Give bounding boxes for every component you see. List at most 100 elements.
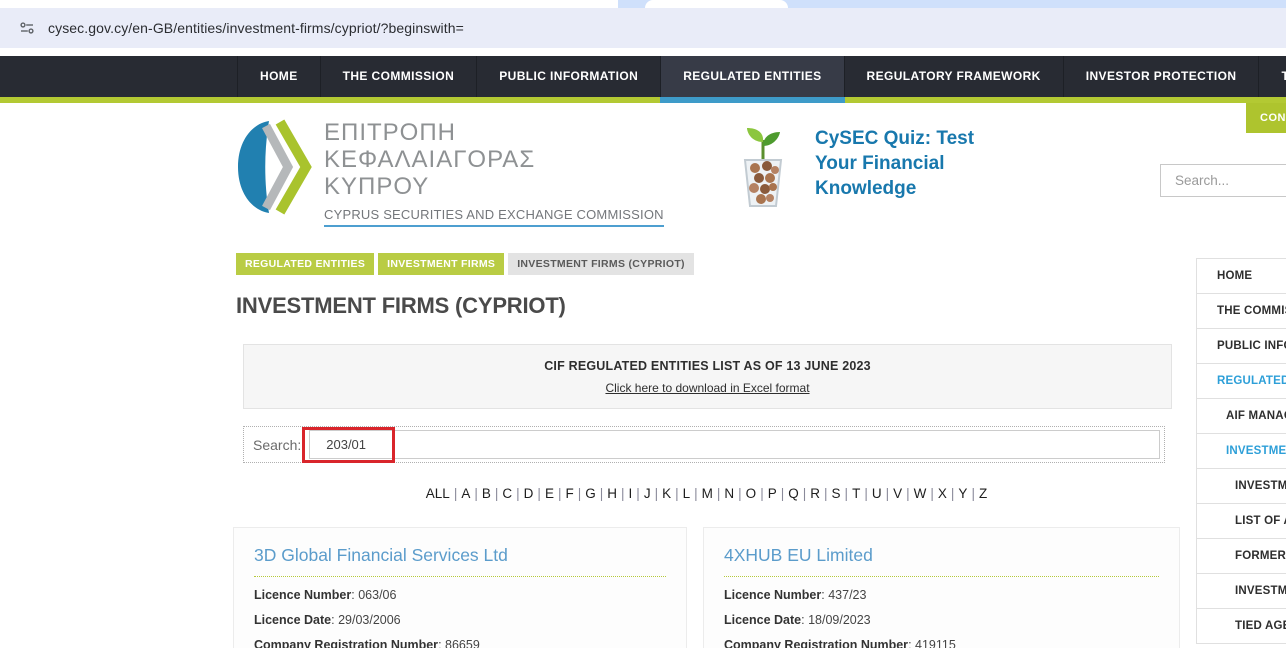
field-value: 86659: [445, 638, 480, 648]
alphabet-letter[interactable]: X: [938, 486, 947, 501]
alphabet-letter[interactable]: ALL: [426, 486, 450, 501]
sidebar-item-aif-management[interactable]: AIF MANAGE: [1197, 399, 1286, 434]
logo-title-line: ΚΕΦΑΛΑΙΑΓΟΡΑΣ: [324, 146, 536, 173]
separator: |: [738, 486, 742, 501]
separator: |: [474, 486, 478, 501]
alphabet-letter[interactable]: M: [702, 486, 713, 501]
alphabet-letter[interactable]: C: [502, 486, 512, 501]
firm-name-link[interactable]: 3D Global Financial Services Ltd: [254, 545, 666, 577]
entities-list-notice: CIF REGULATED ENTITIES LIST AS OF 13 JUN…: [243, 344, 1172, 409]
alphabet-letter[interactable]: W: [914, 486, 927, 501]
breadcrumb-investment-firms[interactable]: INVESTMENT FIRMS: [378, 253, 505, 275]
alphabet-letter[interactable]: H: [607, 486, 617, 501]
alphabet-letter[interactable]: Y: [958, 486, 967, 501]
alphabet-letter[interactable]: B: [482, 486, 491, 501]
quiz-banner[interactable]: CySEC Quiz: Test Your Financial Knowledg…: [737, 126, 995, 208]
field-label: Company Registration Number: [724, 638, 909, 648]
separator: |: [844, 486, 849, 501]
firm-search-input[interactable]: [309, 430, 1160, 459]
firm-licence-number: Licence Number: 063/06: [254, 588, 666, 602]
plant-pot-image: [743, 128, 783, 207]
alphabet-letter[interactable]: K: [662, 486, 671, 501]
alphabet-letter[interactable]: G: [585, 486, 596, 501]
alphabet-letter[interactable]: E: [545, 486, 554, 501]
alphabet-letter[interactable]: J: [644, 486, 651, 501]
field-value: 29/03/2006: [338, 613, 401, 627]
sidebar-item-regulated-entities[interactable]: REGULATED EN: [1197, 364, 1286, 399]
main-nav: HOME THE COMMISSION PUBLIC INFORMATION R…: [0, 56, 1286, 103]
breadcrumb-regulated-entities[interactable]: REGULATED ENTITIES: [236, 253, 375, 275]
site-search-input[interactable]: [1161, 165, 1286, 196]
sidebar-item-investment-firms[interactable]: INVESTMEN: [1197, 434, 1286, 469]
firm-list: 3D Global Financial Services Ltd Licence…: [233, 527, 1180, 648]
field-value: 437/23: [828, 588, 867, 602]
alphabet-letter[interactable]: F: [565, 486, 573, 501]
alphabet-letter[interactable]: U: [872, 486, 882, 501]
alphabet-letter[interactable]: I: [629, 486, 633, 501]
separator: |: [557, 486, 562, 501]
nav-item-home[interactable]: HOME: [237, 56, 320, 97]
browser-url-bar[interactable]: cysec.gov.cy/en-GB/entities/investment-f…: [0, 8, 1286, 48]
cysec-logo-icon: [238, 119, 312, 215]
separator: |: [864, 486, 868, 501]
nav-item-public-information[interactable]: PUBLIC INFORMATION: [476, 56, 660, 97]
sidebar-item-tied-agents[interactable]: TIED AGEN: [1197, 609, 1286, 644]
alphabet-letter[interactable]: A: [461, 486, 470, 501]
nav-item-regulated-entities[interactable]: REGULATED ENTITIES: [660, 56, 845, 103]
alphabet-letter[interactable]: P: [768, 486, 777, 501]
separator: |: [516, 486, 520, 501]
contact-button[interactable]: CONT: [1246, 103, 1286, 133]
sidebar-item-investment-firms-sub[interactable]: INVESTME: [1197, 469, 1286, 504]
separator: |: [537, 486, 541, 501]
alphabet-letter[interactable]: Q: [788, 486, 799, 501]
alphabet-letter[interactable]: V: [893, 486, 902, 501]
separator: |: [950, 486, 955, 501]
excel-download-link[interactable]: Click here to download in Excel format: [605, 381, 809, 395]
alphabet-letter[interactable]: S: [832, 486, 841, 501]
separator: |: [494, 486, 499, 501]
field-value: 419115: [915, 638, 956, 648]
alphabet-letter[interactable]: D: [524, 486, 534, 501]
alphabet-letter[interactable]: O: [746, 486, 757, 501]
browser-tab-strip: [0, 0, 1286, 8]
sidebar-item-the-commission[interactable]: THE COMMISS: [1197, 294, 1286, 329]
separator: |: [802, 486, 807, 501]
firm-name-link[interactable]: 4XHUB EU Limited: [724, 545, 1159, 577]
cysec-logo[interactable]: ΕΠΙΤΡΟΠΗ ΚΕΦΑΛΑΙΑΓΟΡΑΣ ΚΥΠΡΟΥ CYPRUS SEC…: [236, 119, 664, 227]
nav-item-the-commission[interactable]: THE COMMISSION: [319, 56, 477, 97]
alphabet-letter[interactable]: N: [724, 486, 734, 501]
firm-search-label: Search:: [253, 436, 302, 453]
separator: |: [930, 486, 934, 501]
separator: |: [716, 486, 721, 501]
firm-licence-date: Licence Date: 18/09/2023: [724, 613, 1159, 627]
separator: |: [824, 486, 828, 501]
sidebar-item-investment-sub-2[interactable]: INVESTME: [1197, 574, 1286, 609]
nav-item-trusts-registry[interactable]: TRUSTS REGISTRY: [1258, 56, 1286, 97]
browser-tab[interactable]: [645, 0, 788, 8]
sidebar-item-home[interactable]: HOME: [1197, 259, 1286, 294]
alphabet-letter[interactable]: L: [683, 486, 691, 501]
sidebar-item-list-of-approved[interactable]: LIST OF AP: [1197, 504, 1286, 539]
alphabet-letter[interactable]: Z: [979, 486, 987, 501]
field-label: Licence Number: [724, 588, 822, 602]
sidebar-item-public-information[interactable]: PUBLIC INFOR: [1197, 329, 1286, 364]
nav-item-investor-protection[interactable]: INVESTOR PROTECTION: [1062, 56, 1259, 97]
nav-item-regulatory-framework[interactable]: REGULATORY FRAMEWORK: [843, 56, 1063, 97]
alphabet-letter[interactable]: R: [810, 486, 820, 501]
separator: |: [780, 486, 785, 501]
logo-title-line: ΚΥΠΡΟΥ: [324, 173, 430, 200]
notice-title: CIF REGULATED ENTITIES LIST AS OF 13 JUN…: [544, 359, 871, 373]
sidebar-item-former-investment[interactable]: FORMER IN: [1197, 539, 1286, 574]
separator: :: [908, 638, 916, 648]
alphabet-letter[interactable]: T: [852, 486, 860, 501]
separator: |: [971, 486, 975, 501]
separator: |: [885, 486, 890, 501]
firm-licence-date: Licence Date: 29/03/2006: [254, 613, 666, 627]
quiz-banner-text[interactable]: CySEC Quiz: Test Your Financial Knowledg…: [815, 126, 995, 208]
site-settings-icon[interactable]: [18, 19, 36, 37]
side-nav: HOME THE COMMISS PUBLIC INFOR REGULATED …: [1196, 258, 1286, 644]
field-value: 063/06: [358, 588, 397, 602]
field-label: Licence Number: [254, 588, 352, 602]
separator: |: [654, 486, 659, 501]
firm-company-registration-number: Company Registration Number: 86659: [254, 638, 666, 648]
